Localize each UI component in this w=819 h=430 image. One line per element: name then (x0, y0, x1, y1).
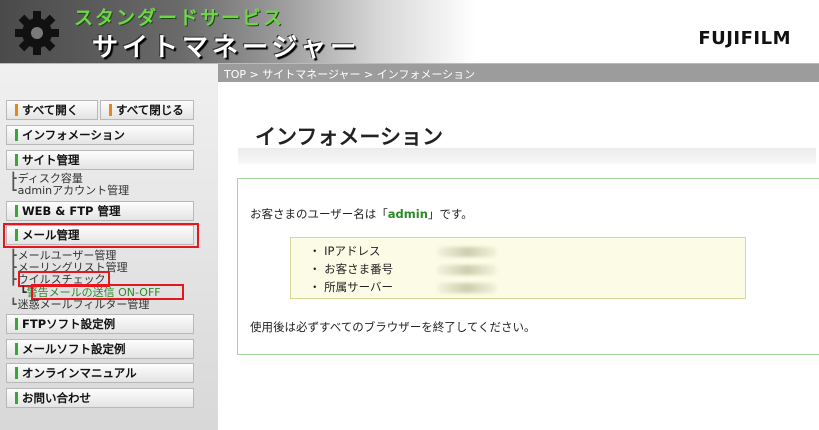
info-panel: お客さまのユーザー名は「admin」です。 ・ IPアドレス ・ お客さま番号 … (237, 178, 819, 355)
tree-branch-icon: ┗ (10, 184, 17, 197)
detail-server: ・ 所属サーバー (309, 279, 393, 295)
username-suffix: 」です。 (427, 207, 473, 221)
sidebar-item-mail-soft[interactable]: メールソフト設定例 (6, 339, 194, 359)
detail-value-redacted (437, 265, 497, 275)
sidebar-item-label: FTPソフト設定例 (22, 317, 116, 331)
username-prefix: お客さまのユーザー名は「 (250, 207, 388, 221)
sidebar-item-contact[interactable]: お問い合わせ (6, 388, 194, 408)
gear-icon (15, 11, 59, 55)
bar-marker (15, 392, 18, 404)
brand-subtitle: スタンダードサービス (74, 7, 285, 29)
sidebar-item-label: お問い合わせ (22, 391, 91, 405)
bar-marker (15, 129, 18, 141)
sidebar-subitem-admin-account[interactable]: ┗adminアカウント管理 (10, 185, 129, 197)
sidebar-subitem-label: adminアカウント管理 (17, 184, 130, 197)
close-all-button[interactable]: すべて閉じる (100, 100, 194, 120)
bar-marker (15, 205, 18, 217)
breadcrumb[interactable]: TOP > サイトマネージャー > インフォメーション (224, 66, 475, 82)
sidebar-item-label: インフォメーション (22, 128, 125, 142)
detail-label: ・ お客さま番号 (309, 262, 394, 276)
bar-marker (15, 367, 18, 379)
sidebar-subitem-spam-filter[interactable]: ┗迷惑メールフィルター管理 (10, 299, 149, 311)
bar-marker (15, 104, 18, 116)
sidebar-item-site-admin[interactable]: サイト管理 (6, 150, 194, 170)
breadcrumb-bar: TOP > サイトマネージャー > インフォメーション (218, 64, 819, 82)
open-all-button[interactable]: すべて開く (6, 100, 98, 120)
sidebar-item-label: サイト管理 (22, 153, 80, 167)
bar-marker (15, 154, 18, 166)
detail-label: ・ IPアドレス (309, 244, 381, 258)
close-all-label: すべて閉じる (116, 103, 184, 117)
sidebar-item-label: メールソフト設定例 (22, 342, 126, 356)
title-underline-band (238, 148, 816, 164)
username-value: admin (387, 207, 428, 221)
open-all-label: すべて開く (22, 103, 79, 117)
account-details: ・ IPアドレス ・ お客さま番号 ・ 所属サーバー (290, 237, 746, 299)
detail-ip-address: ・ IPアドレス (309, 243, 380, 259)
sidebar-item-ftp-soft[interactable]: FTPソフト設定例 (6, 314, 194, 334)
sidebar-item-label: オンラインマニュアル (22, 366, 137, 380)
header: スタンダードサービス サイトマネージャー FUJIFILM (0, 0, 819, 64)
tree-branch-icon: ┣ (10, 273, 17, 286)
logout-note: 使用後は必ずすべてのブラウザーを終了してください。 (250, 320, 536, 334)
detail-value-redacted (437, 283, 497, 293)
detail-label: ・ 所属サーバー (309, 280, 394, 294)
fujifilm-logo: FUJIFILM (698, 28, 791, 49)
bar-marker (15, 318, 18, 330)
sidebar-subitem-label: 迷惑メールフィルター管理 (17, 298, 150, 311)
username-line: お客さまのユーザー名は「admin」です。 (250, 206, 473, 222)
bar-marker (15, 343, 18, 355)
page-title: インフォメーション (255, 125, 443, 149)
highlight-mail-admin (3, 223, 199, 248)
sidebar-item-online-manual[interactable]: オンラインマニュアル (6, 363, 194, 383)
detail-value-redacted (437, 247, 497, 257)
detail-customer-number: ・ お客さま番号 (309, 261, 393, 277)
tree-branch-icon: ┗ (10, 298, 17, 311)
sidebar: すべて開く すべて閉じる インフォメーション サイト管理 ┣ディスク容量 ┗ad… (0, 64, 218, 430)
bar-marker (109, 104, 112, 116)
sidebar-item-label: WEB & FTP 管理 (22, 204, 121, 218)
sidebar-item-information[interactable]: インフォメーション (6, 125, 194, 145)
sidebar-item-web-ftp[interactable]: WEB & FTP 管理 (6, 201, 194, 221)
brand-title: サイトマネージャー (92, 33, 361, 63)
